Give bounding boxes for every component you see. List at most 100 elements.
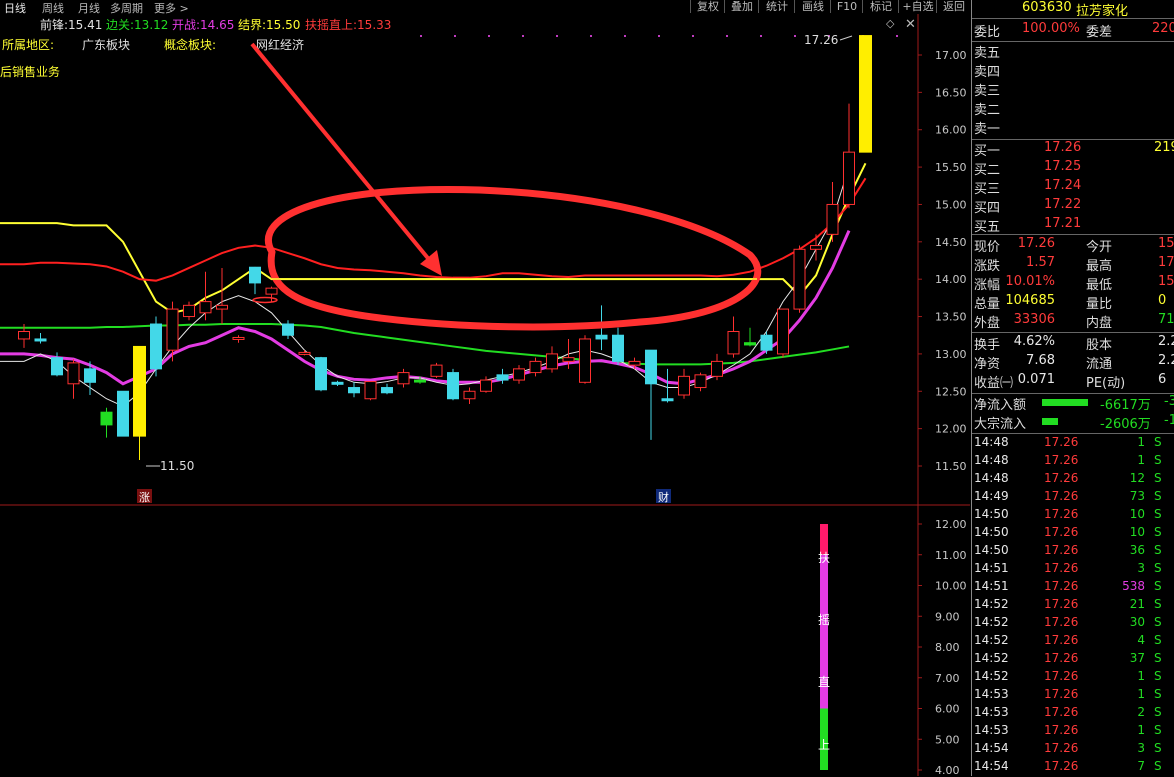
candle-body (331, 381, 344, 385)
weibi-value: 100.00% (1022, 21, 1080, 36)
stat-value: 2.2 (1158, 334, 1174, 349)
indicator-line (0, 162, 867, 314)
candle-body (34, 338, 47, 342)
cycle-dot (624, 35, 626, 37)
price-tick-label: 16.00 (935, 124, 967, 137)
stat-label: 流通 (1086, 357, 1113, 372)
buy-volume: 219 (1154, 140, 1174, 155)
flow-value: -6617万 (1100, 398, 1151, 413)
candle-body (430, 364, 443, 377)
tick-time: 14:53 (974, 723, 1009, 737)
flow-tail: -1 (1164, 413, 1174, 428)
flow-tail: -3 (1164, 394, 1174, 409)
candle-body (315, 357, 327, 391)
candle-body (562, 357, 575, 362)
tick-volume: 4 (1137, 633, 1145, 647)
tick-row: 14:52 17.26 30 S (972, 615, 1174, 633)
stock-title: 603630 拉芳家化 (972, 0, 1174, 19)
price-tick-label: 12.50 (935, 385, 967, 398)
buy-label: 买一 (974, 144, 1001, 159)
cycle-dot (726, 35, 728, 37)
flow-bar (1042, 399, 1088, 406)
cycle-dot (760, 35, 762, 37)
sell-label: 卖三 (974, 84, 1001, 99)
tick-volume: 1 (1137, 687, 1145, 701)
flow-row: 大宗流入 -2606万 -1 (972, 413, 1174, 432)
stat-value: 15 (1158, 236, 1174, 251)
candlestick-chart[interactable]: 17.00 16.50 16.00 15.50 15.00 14.50 14.00 13.50… (0, 0, 970, 506)
candle-body (67, 362, 80, 385)
stat-label: 今开 (1086, 240, 1113, 255)
buy-label: 买四 (974, 201, 1001, 216)
indicator-chart[interactable]: 12.0011.0010.009.008.007.006.005.004.00 … (0, 506, 970, 776)
buy-label: 买五 (974, 220, 1001, 235)
stat-label: 最低 (1086, 278, 1113, 293)
candle-body (232, 336, 245, 340)
candle-body (496, 374, 509, 381)
candle-body (447, 372, 459, 400)
tick-price: 17.26 (1044, 471, 1079, 485)
tick-side: S (1154, 435, 1162, 449)
stat-label: 外盘 (974, 316, 1001, 331)
stat-label: 涨跌 (974, 259, 1001, 274)
low-label: 11.50 (160, 459, 194, 473)
tick-row: 14:52 17.26 1 S (972, 669, 1174, 687)
tick-volume: 538 (1122, 579, 1145, 593)
candle-body (760, 334, 773, 351)
buy-row: 买三 17.24 (972, 178, 1174, 197)
indicator-bar-label: 直 (818, 675, 830, 689)
stat-row: 净资 7.68 流通 2.2 (972, 353, 1174, 372)
stat-value: 15 (1158, 274, 1174, 289)
tick-side: S (1154, 579, 1162, 593)
tick-time: 14:53 (974, 687, 1009, 701)
candle-body (249, 266, 261, 284)
close-icon[interactable]: ✕ (905, 17, 916, 32)
tick-volume: 21 (1129, 597, 1145, 611)
tick-price: 17.26 (1044, 525, 1079, 539)
buy-row: 买二 17.25 (972, 159, 1174, 178)
tick-price: 17.26 (1044, 759, 1079, 773)
stat-value: 17.26 (1017, 236, 1055, 251)
buy-price: 17.26 (1044, 140, 1082, 155)
candle-body (18, 330, 30, 340)
buy-row: 买五 17.21 (972, 216, 1174, 235)
candle-body (51, 357, 63, 376)
candle-body (628, 360, 641, 366)
stock-name: 拉芳家化 (1076, 4, 1129, 19)
buy-row: 买四 17.22 (972, 197, 1174, 216)
candle-body (216, 304, 228, 310)
sell-row: 卖三 (972, 80, 1174, 99)
sell-label: 卖二 (974, 103, 1001, 118)
tick-side: S (1154, 687, 1162, 701)
candle-body (117, 390, 129, 437)
tick-volume: 1 (1137, 435, 1145, 449)
buy-price: 17.22 (1044, 197, 1082, 212)
finance-marker[interactable]: 财 (658, 490, 669, 504)
candle-body (546, 353, 558, 370)
stat-value: 7.68 (1026, 353, 1055, 368)
tick-row: 14:53 17.26 1 S (972, 687, 1174, 705)
tick-volume: 12 (1129, 471, 1145, 485)
tick-price: 17.26 (1044, 687, 1079, 701)
stat-label: 最高 (1086, 259, 1113, 274)
stat-value: 17 (1158, 255, 1174, 270)
expand-icon[interactable]: ◇ (886, 17, 895, 30)
candle-body (513, 368, 525, 381)
tick-row: 14:54 17.26 3 S (972, 741, 1174, 759)
tick-side: S (1154, 669, 1162, 683)
small-oval-mark (252, 296, 278, 304)
indicator-line (0, 323, 850, 366)
buy-label: 买二 (974, 163, 1001, 178)
limit-up-marker[interactable]: 涨 (139, 491, 150, 504)
sell-label: 卖四 (974, 65, 1001, 80)
cycle-dot (590, 35, 592, 37)
stat-label: 净资 (974, 357, 1001, 372)
tick-price: 17.26 (1044, 651, 1079, 665)
candle-body (727, 330, 740, 355)
tick-volume: 3 (1137, 561, 1145, 575)
buy-row: 买一 17.26 219 (972, 140, 1174, 159)
price-tick-label: 12.00 (935, 423, 967, 436)
weicha-value: 220 (1152, 21, 1174, 36)
stat-label: 换手 (974, 338, 1001, 353)
tick-row: 14:48 17.26 1 S (972, 453, 1174, 471)
